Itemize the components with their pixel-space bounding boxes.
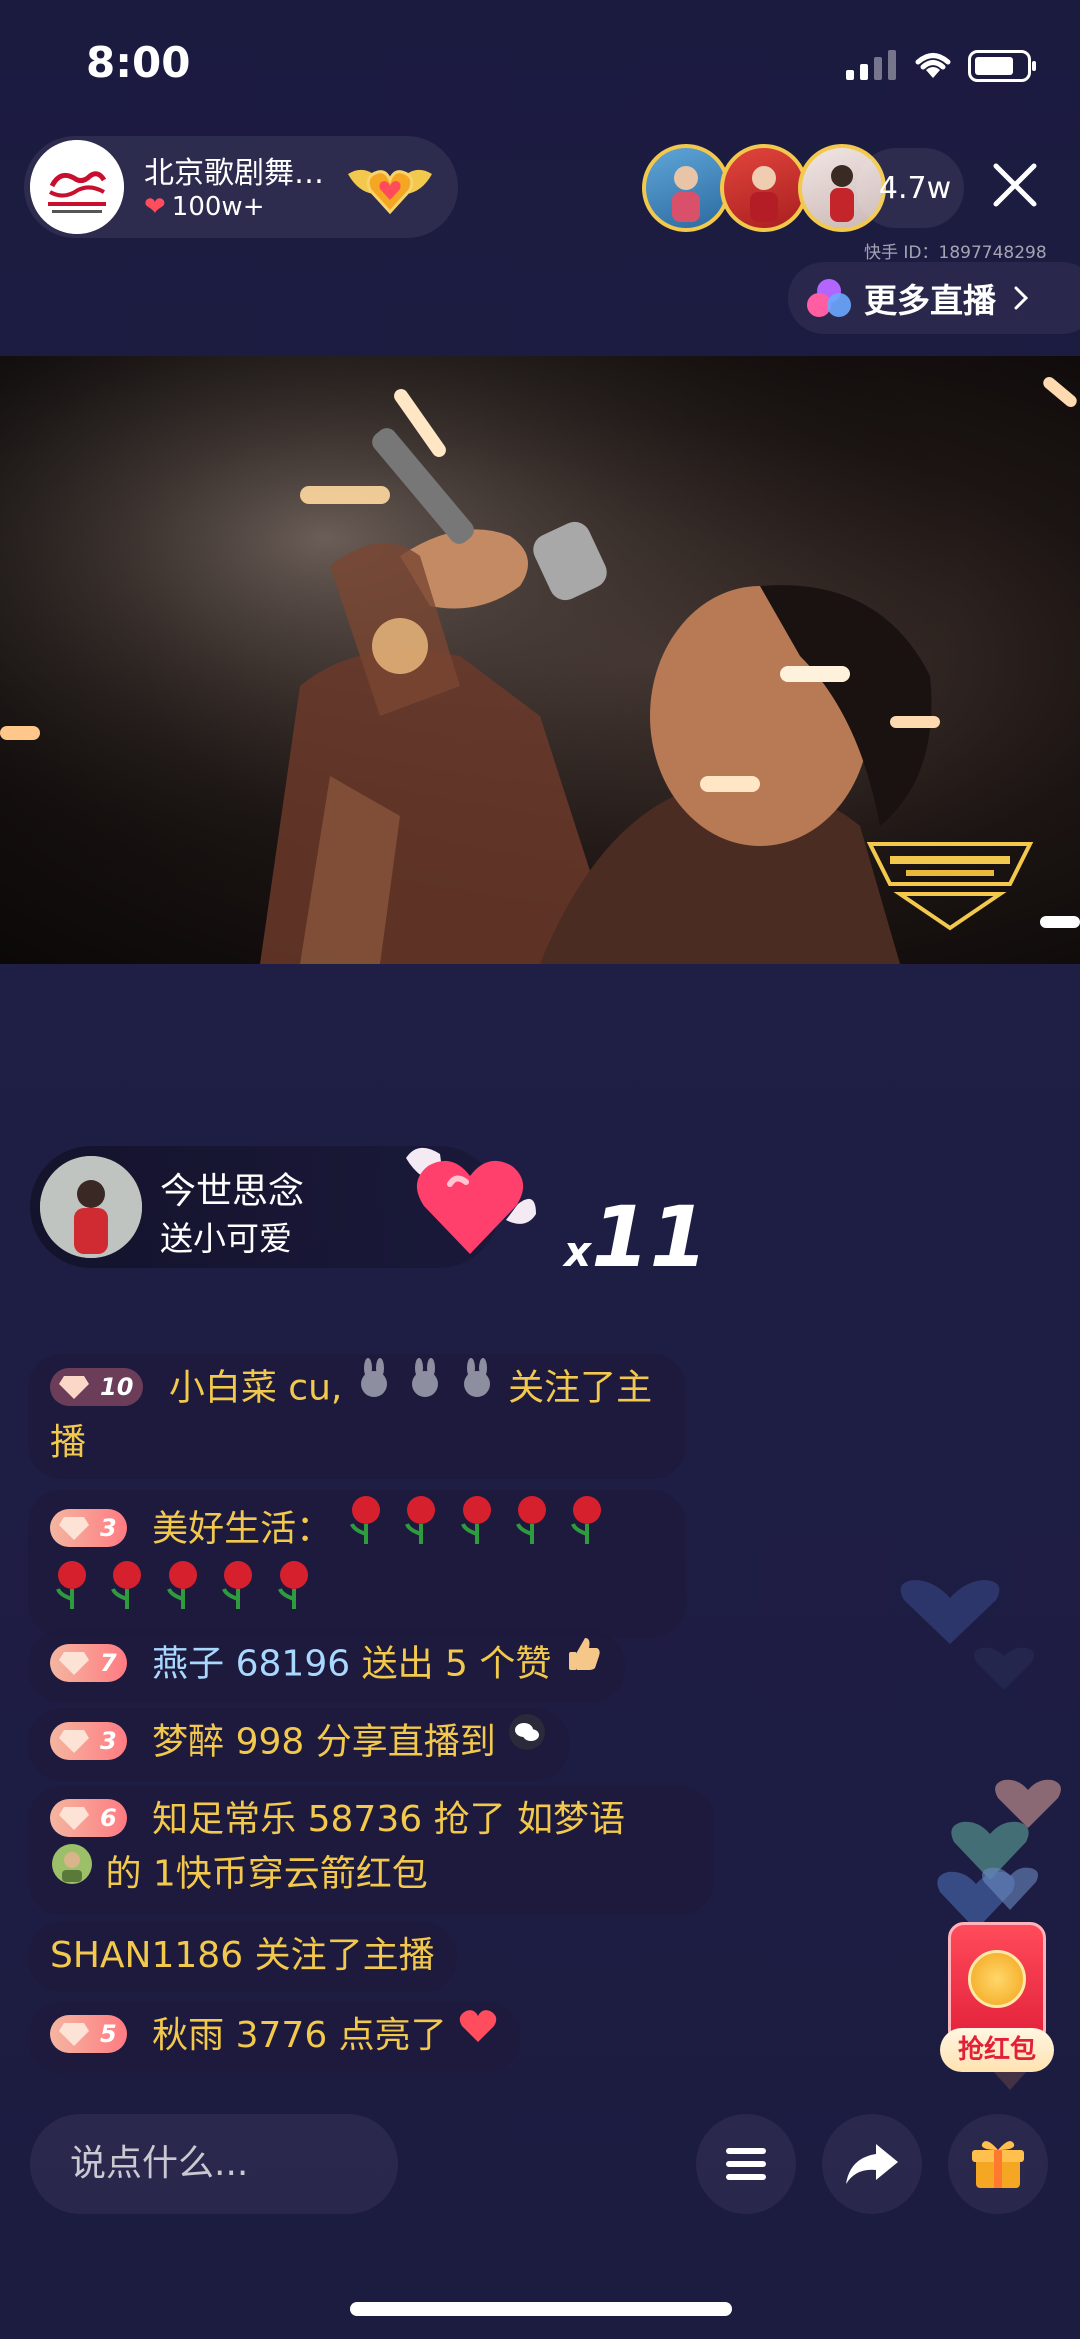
thumbs-up-icon bbox=[563, 1634, 603, 1689]
level-badge: 10 bbox=[50, 1367, 144, 1406]
comment-item[interactable]: SHAN1186 关注了主播 bbox=[28, 1922, 457, 1992]
winged-heart-gift-icon bbox=[406, 1147, 536, 1254]
comment-item[interactable]: 3 梦醉 998 分享直播到 bbox=[28, 1708, 570, 1781]
streamer-likes: ❤ 100w+ bbox=[144, 192, 264, 222]
menu-button[interactable] bbox=[696, 2114, 796, 2214]
streamer-card[interactable]: 北京歌剧舞… ❤ 100w+ bbox=[24, 136, 458, 238]
winged-heart-badge-icon[interactable] bbox=[344, 154, 436, 220]
comment-item[interactable]: 10 小白菜 cu, 关注了主播 bbox=[28, 1354, 686, 1479]
level-badge: 6 bbox=[50, 1799, 127, 1837]
top-audience-list bbox=[642, 142, 886, 234]
share-arrow-icon bbox=[846, 2144, 898, 2184]
level-badge: 3 bbox=[50, 1721, 127, 1760]
level-number: 10 bbox=[100, 1372, 134, 1401]
rose-emoji-icon bbox=[216, 1559, 260, 1624]
comment-user[interactable]: 燕子 68196 bbox=[152, 1644, 350, 1685]
streamer-name: 北京歌剧舞… bbox=[144, 156, 324, 191]
rabbit-emoji-icon bbox=[457, 1358, 497, 1413]
gem-icon bbox=[59, 1516, 89, 1540]
user-avatar-icon bbox=[50, 1842, 94, 1901]
heart-icon bbox=[458, 2007, 498, 2059]
live-room-screen: 8:00 北京歌剧舞… ❤ 100w+ 4.7w 快手 ID：189774829… bbox=[0, 0, 1080, 2339]
rose-emoji-icon bbox=[399, 1494, 443, 1559]
battery-icon bbox=[968, 50, 1036, 82]
rose-emoji-icon bbox=[510, 1494, 554, 1559]
rose-emoji-icon bbox=[565, 1494, 609, 1559]
close-icon[interactable] bbox=[990, 160, 1040, 210]
cellular-signal-icon bbox=[846, 50, 896, 80]
level-number: 6 bbox=[100, 1804, 117, 1832]
comment-text: 分享直播到 bbox=[315, 1721, 496, 1763]
rose-emoji-icon bbox=[272, 1559, 316, 1624]
gift-button[interactable] bbox=[948, 2114, 1048, 2214]
comment-user[interactable]: 知足常乐 58736 bbox=[152, 1799, 422, 1840]
share-button[interactable] bbox=[822, 2114, 922, 2214]
comment-user[interactable]: SHAN1186 bbox=[50, 1935, 243, 1976]
level-badge: 3 bbox=[50, 1508, 127, 1547]
comment-input[interactable]: 说点什么... bbox=[30, 2114, 398, 2214]
comment-user[interactable]: 梦醉 998 bbox=[152, 1722, 304, 1763]
home-indicator[interactable] bbox=[350, 2302, 732, 2316]
gift-count-prefix: x bbox=[564, 1227, 592, 1276]
wechat-icon bbox=[507, 1712, 547, 1767]
rose-emoji-icon bbox=[161, 1559, 205, 1624]
chevron-right-icon bbox=[1014, 286, 1029, 310]
comment-user[interactable]: 秋雨 3776 bbox=[152, 2015, 327, 2056]
gift-box-icon bbox=[972, 2141, 1024, 2188]
event-logo-watermark bbox=[866, 842, 1034, 931]
level-badge: 7 bbox=[50, 1643, 127, 1682]
gift-sender-name: 今世思念 bbox=[160, 1171, 305, 1212]
more-live-icon bbox=[807, 279, 851, 317]
red-packet-button[interactable]: 抢红包 bbox=[940, 1922, 1054, 2078]
more-live-label: 更多直播 bbox=[864, 281, 996, 320]
rose-emoji-icon bbox=[455, 1494, 499, 1559]
gem-icon bbox=[59, 1729, 89, 1753]
gem-icon bbox=[59, 1651, 89, 1675]
audience-count[interactable]: 4.7w bbox=[856, 148, 964, 228]
rabbit-emoji-icon bbox=[405, 1358, 445, 1413]
rose-emoji-icon bbox=[105, 1559, 149, 1624]
rose-emoji-icon bbox=[50, 1559, 94, 1624]
heart-icon: ❤ bbox=[144, 192, 166, 222]
audience-avatar[interactable] bbox=[642, 144, 730, 232]
audience-avatar[interactable] bbox=[720, 144, 808, 232]
gift-count: x11 bbox=[564, 1188, 708, 1286]
more-live-button[interactable]: 更多直播 bbox=[788, 262, 1080, 334]
gem-icon bbox=[59, 2023, 89, 2046]
comment-item[interactable]: 7 燕子 68196 送出 5 个赞 bbox=[28, 1630, 625, 1703]
gem-icon bbox=[59, 1807, 89, 1830]
wifi-icon bbox=[915, 53, 951, 78]
rabbit-emoji-icon bbox=[354, 1358, 394, 1413]
comment-user[interactable]: 美好生活： bbox=[152, 1509, 332, 1550]
kuaishou-id: 快手 ID：1897748298 bbox=[864, 243, 1047, 263]
comment-text: 抢了 如梦语 bbox=[433, 1799, 626, 1840]
streamer-avatar[interactable] bbox=[30, 140, 124, 234]
red-packet-label: 抢红包 bbox=[940, 2028, 1054, 2072]
level-number: 3 bbox=[100, 1726, 117, 1755]
rose-emoji-icon bbox=[344, 1494, 388, 1559]
opera-logo-icon bbox=[30, 140, 124, 234]
level-number: 7 bbox=[100, 1648, 117, 1677]
level-badge: 5 bbox=[50, 2015, 127, 2053]
status-time: 8:00 bbox=[86, 38, 191, 87]
comment-user[interactable]: 小白菜 cu, bbox=[169, 1368, 343, 1409]
comment-item[interactable]: 3 美好生活： bbox=[28, 1490, 686, 1638]
comment-item[interactable]: 5 秋雨 3776 点亮了 bbox=[28, 2002, 521, 2073]
level-number: 3 bbox=[100, 1513, 117, 1542]
likes-count: 100w+ bbox=[171, 192, 265, 222]
live-video[interactable] bbox=[0, 356, 1080, 964]
comment-text: 关注了主播 bbox=[254, 1935, 435, 1976]
gem-icon bbox=[59, 1375, 89, 1399]
red-packet-coin-icon bbox=[968, 1950, 1026, 2008]
comment-text: 送出 5 个赞 bbox=[361, 1643, 552, 1685]
gift-sender-avatar[interactable] bbox=[40, 1156, 142, 1258]
comment-text-continued: 的 1快币穿云箭红包 bbox=[105, 1853, 428, 1895]
gift-count-value: 11 bbox=[591, 1188, 708, 1286]
level-number: 5 bbox=[100, 2020, 117, 2048]
menu-icon bbox=[726, 2148, 766, 2180]
status-bar: 8:00 bbox=[0, 0, 1080, 130]
gift-action: 送小可爱 bbox=[160, 1219, 292, 1258]
comment-text: 点亮了 bbox=[338, 2015, 447, 2056]
comment-item[interactable]: 6 知足常乐 58736 抢了 如梦语 的 1快币穿云箭红包 bbox=[28, 1786, 714, 1915]
